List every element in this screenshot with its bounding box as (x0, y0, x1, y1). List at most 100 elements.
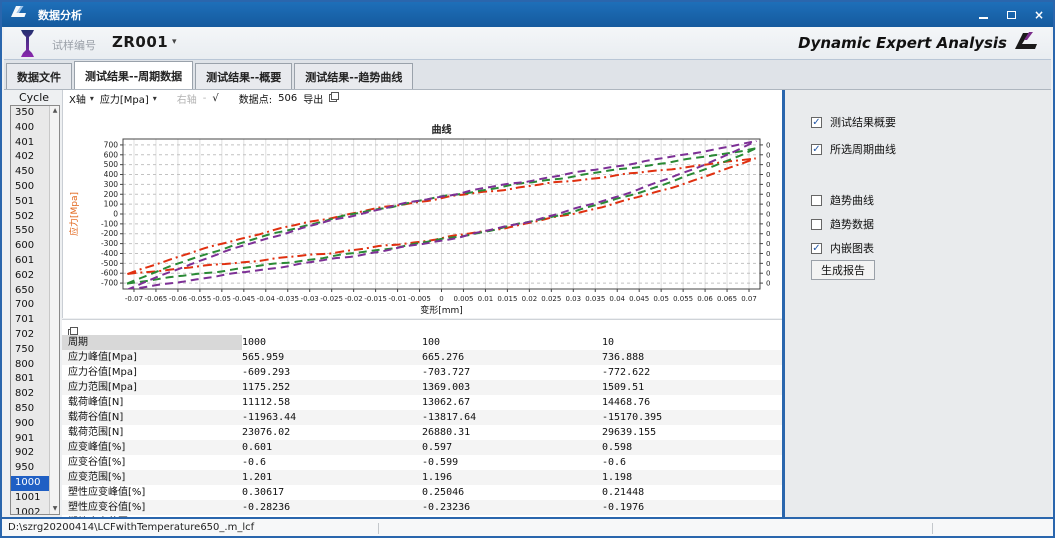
svg-text:-500: -500 (101, 259, 118, 268)
svg-text:0: 0 (766, 151, 770, 159)
svg-text:-100: -100 (101, 219, 118, 228)
checkbox-row-0[interactable]: ✓测试结果概要 (811, 114, 896, 130)
generate-report-button[interactable]: 生成报告 (811, 260, 875, 280)
cycle-list-item[interactable]: 1002 (11, 506, 49, 514)
tab-0[interactable]: 数据文件 (6, 63, 72, 89)
scroll-up-icon[interactable]: ▲ (50, 106, 60, 116)
cycle-list-item[interactable]: 900 (11, 417, 49, 432)
svg-text:应力[Mpa]: 应力[Mpa] (68, 192, 80, 236)
tab-bar: 数据文件测试结果--周期数据测试结果--概要测试结果--趋势曲线 (4, 60, 1051, 90)
checkbox-unchecked-icon[interactable] (811, 219, 822, 230)
x-axis-selector[interactable]: X轴 (69, 91, 86, 106)
table-cell: 100 (422, 335, 602, 350)
sample-number-value[interactable]: ZR001 (112, 33, 168, 51)
table-cell: 1175.252 (242, 380, 422, 395)
checkbox-label: 趋势曲线 (830, 192, 874, 208)
checkbox-label: 趋势数据 (830, 216, 874, 232)
cycle-list-item[interactable]: 802 (11, 387, 49, 402)
y-axis-selector[interactable]: 应力[Mpa] (100, 91, 149, 106)
chevron-down-icon[interactable]: ▾ (90, 94, 94, 103)
cycle-list-item[interactable]: 501 (11, 195, 49, 210)
scroll-down-icon[interactable]: ▼ (50, 504, 60, 514)
svg-text:0.02: 0.02 (522, 295, 538, 303)
table-cell: -772.622 (602, 365, 782, 380)
cycle-list-item[interactable]: 700 (11, 298, 49, 313)
cycle-list-item[interactable]: 750 (11, 343, 49, 358)
svg-text:-0.035: -0.035 (276, 295, 299, 303)
cycle-list-item[interactable]: 401 (11, 136, 49, 151)
table-cell: 0.598 (602, 440, 782, 455)
cycle-list-item[interactable]: 702 (11, 328, 49, 343)
cycle-list-item[interactable]: 901 (11, 432, 49, 447)
table-cell: 0.30617 (242, 485, 422, 500)
checkbox-unchecked-icon[interactable] (811, 195, 822, 206)
cycle-list-item[interactable]: 450 (11, 165, 49, 180)
minimize-button[interactable] (977, 9, 989, 21)
cycle-list-item[interactable]: 600 (11, 239, 49, 254)
table-cell: 14468.76 (602, 395, 782, 410)
svg-text:0: 0 (439, 295, 443, 303)
file-path-text: D:\szrg20200414\LCFwithTemperature650_.m… (8, 522, 254, 533)
table-cell: 13062.67 (422, 395, 602, 410)
checkmark-icon[interactable]: √ (212, 93, 218, 104)
svg-text:-0.07: -0.07 (125, 295, 143, 303)
svg-text:0: 0 (766, 191, 770, 199)
svg-text:-0.065: -0.065 (145, 295, 168, 303)
cycle-list-item[interactable]: 402 (11, 150, 49, 165)
export-window-icon[interactable] (329, 92, 339, 105)
table-cell: -0.28236 (242, 500, 422, 515)
table-cell: 10 (602, 335, 782, 350)
table-cell: 11112.58 (242, 395, 422, 410)
svg-text:曲线: 曲线 (432, 123, 452, 136)
checkbox-checked-icon[interactable]: ✓ (811, 144, 822, 155)
chart-panel: X轴 ▾ 应力[Mpa] ▾ 右轴 - √ 数据点: 506 导出 (62, 90, 782, 318)
cycle-list-item[interactable]: 602 (11, 269, 49, 284)
cycle-list-item[interactable]: 701 (11, 313, 49, 328)
export-button[interactable]: 导出 (303, 91, 323, 106)
sample-dropdown-caret[interactable]: ▾ (172, 37, 177, 47)
cycle-list-item[interactable]: 850 (11, 402, 49, 417)
svg-text:-700: -700 (101, 279, 118, 288)
table-row: 载荷范围[N]23076.0226880.3129639.155 (62, 425, 782, 440)
checkbox-row-1[interactable]: ✓所选周期曲线 (811, 141, 896, 157)
chevron-down-icon[interactable]: ▾ (153, 94, 157, 103)
cycle-list-item[interactable]: 650 (11, 284, 49, 299)
cycle-list-item[interactable]: 601 (11, 254, 49, 269)
checkbox-row-3[interactable]: 趋势数据 (811, 216, 874, 232)
row-label: 塑性应变峰值[%] (62, 485, 242, 500)
tab-3[interactable]: 测试结果--趋势曲线 (294, 63, 413, 89)
svg-text:-600: -600 (101, 269, 118, 278)
checkbox-row-4[interactable]: ✓内嵌图表 (811, 240, 874, 256)
table-cell: 1509.51 (602, 380, 782, 395)
checkbox-checked-icon[interactable]: ✓ (811, 243, 822, 254)
checkbox-checked-icon[interactable]: ✓ (811, 117, 822, 128)
cycle-list-item[interactable]: 1000 (11, 476, 49, 491)
svg-text:100: 100 (104, 200, 119, 209)
checkbox-row-2[interactable]: 趋势曲线 (811, 192, 874, 208)
tab-1[interactable]: 测试结果--周期数据 (74, 61, 193, 89)
cycle-list-scrollbar[interactable]: ▲ ▼ (49, 106, 59, 514)
brand-text: Dynamic Expert Analysis (798, 34, 1007, 52)
table-row: 塑性应变谷值[%]-0.28236-0.23236-0.1976 (62, 500, 782, 515)
cycle-list-item[interactable]: 400 (11, 121, 49, 136)
svg-text:-0.025: -0.025 (320, 295, 343, 303)
cycle-listbox: 3504004014024505005015025506006016026507… (10, 105, 60, 515)
maximize-button[interactable] (1005, 9, 1017, 21)
row-label: 塑性应变谷值[%] (62, 500, 242, 515)
table-cell: 0.21448 (602, 485, 782, 500)
status-bar: D:\szrg20200414\LCFwithTemperature650_.m… (2, 517, 1053, 536)
app-logo-icon (10, 5, 28, 24)
cycle-list-item[interactable]: 950 (11, 461, 49, 476)
tab-2[interactable]: 测试结果--概要 (195, 63, 292, 89)
cycle-list-item[interactable]: 350 (11, 106, 49, 121)
cycle-list-item[interactable]: 502 (11, 210, 49, 225)
svg-text:0: 0 (766, 260, 770, 268)
table-corner-header: 周期 (62, 335, 242, 350)
cycle-list-item[interactable]: 801 (11, 372, 49, 387)
cycle-list-item[interactable]: 800 (11, 358, 49, 373)
cycle-list-item[interactable]: 550 (11, 224, 49, 239)
close-button[interactable]: × (1033, 9, 1045, 21)
cycle-list-item[interactable]: 902 (11, 446, 49, 461)
cycle-list-item[interactable]: 500 (11, 180, 49, 195)
cycle-list-item[interactable]: 1001 (11, 491, 49, 506)
